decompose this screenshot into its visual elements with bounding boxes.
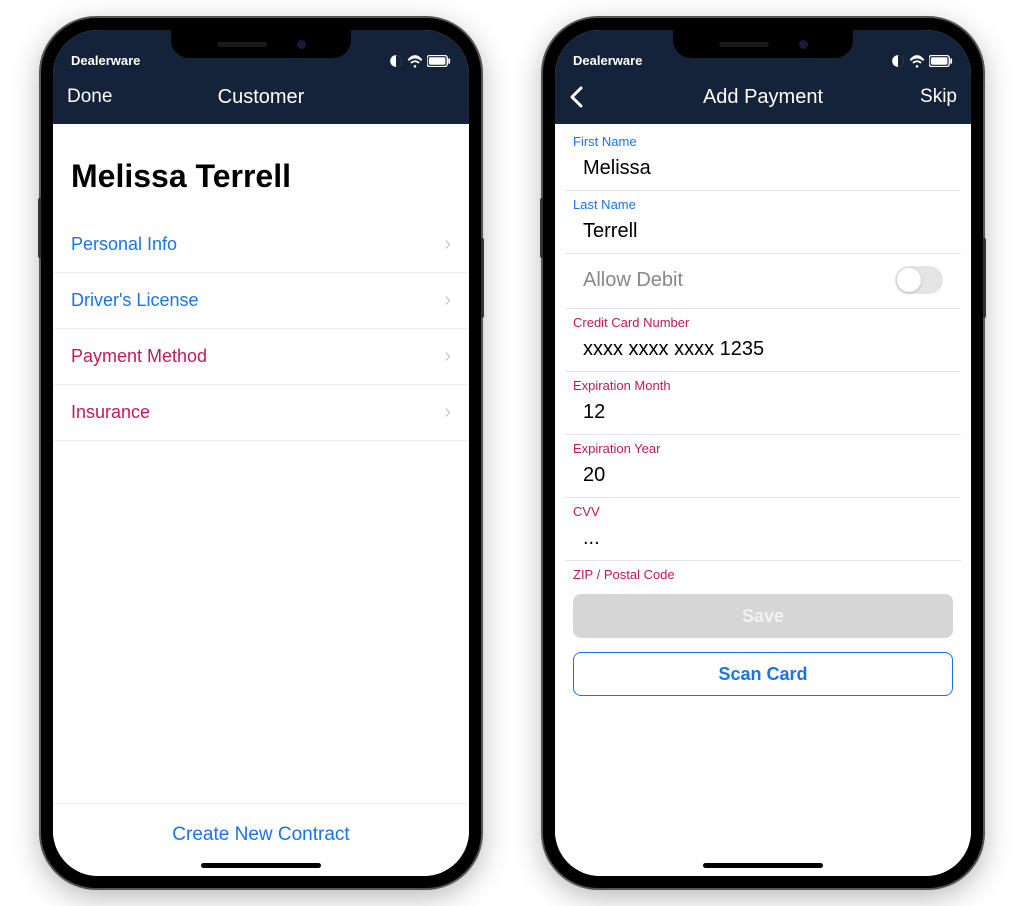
first-name-field[interactable]: Melissa <box>565 151 961 191</box>
cvv-field[interactable]: ... <box>565 521 961 561</box>
nav-bar-customer: Done Customer <box>53 70 469 124</box>
zip-label: ZIP / Postal Code <box>555 561 971 584</box>
allow-debit-toggle[interactable] <box>895 266 943 294</box>
allow-debit-label: Allow Debit <box>583 269 683 292</box>
status-icons <box>389 54 451 68</box>
wifi-icon <box>407 54 423 68</box>
page-title: Add Payment <box>703 86 823 109</box>
menu-label: Payment Method <box>71 346 207 367</box>
chevron-right-icon: › <box>444 345 451 368</box>
customer-name: Melissa Terrell <box>53 124 469 217</box>
exp-year-label: Expiration Year <box>555 435 971 458</box>
exp-month-label: Expiration Month <box>555 372 971 395</box>
chevron-right-icon: › <box>444 289 451 312</box>
skip-button[interactable]: Skip <box>897 86 957 108</box>
dnd-icon <box>389 54 403 68</box>
chevron-left-icon <box>569 86 583 108</box>
nav-bar-payment: Add Payment Skip <box>555 70 971 124</box>
battery-icon <box>929 55 953 67</box>
chevron-right-icon: › <box>444 401 451 424</box>
notch <box>673 30 853 58</box>
battery-icon <box>427 55 451 67</box>
home-indicator[interactable] <box>201 863 321 868</box>
card-number-label: Credit Card Number <box>555 309 971 332</box>
exp-month-field[interactable]: 12 <box>565 395 961 435</box>
home-indicator[interactable] <box>703 863 823 868</box>
brand-label: Dealerware <box>573 53 642 68</box>
menu-personal-info[interactable]: Personal Info › <box>53 217 469 273</box>
dnd-icon <box>891 54 905 68</box>
done-button[interactable]: Done <box>67 86 127 108</box>
menu-insurance[interactable]: Insurance › <box>53 385 469 441</box>
menu-drivers-license[interactable]: Driver's License › <box>53 273 469 329</box>
back-button[interactable] <box>569 86 629 108</box>
menu-label: Personal Info <box>71 234 177 255</box>
chevron-right-icon: › <box>444 233 451 256</box>
menu-payment-method[interactable]: Payment Method › <box>53 329 469 385</box>
first-name-label: First Name <box>555 128 971 151</box>
allow-debit-row: Allow Debit <box>565 254 961 309</box>
card-number-field[interactable]: xxxx xxxx xxxx 1235 <box>565 332 961 372</box>
last-name-label: Last Name <box>555 191 971 214</box>
phone-add-payment: Dealerware Add Payment Skip First Name M… <box>543 18 983 888</box>
exp-year-field[interactable]: 20 <box>565 458 961 498</box>
brand-label: Dealerware <box>71 53 140 68</box>
menu-label: Driver's License <box>71 290 198 311</box>
save-button[interactable]: Save <box>573 594 953 638</box>
scan-card-button[interactable]: Scan Card <box>573 652 953 696</box>
menu-label: Insurance <box>71 402 150 423</box>
notch <box>171 30 351 58</box>
status-icons <box>891 54 953 68</box>
wifi-icon <box>909 54 925 68</box>
page-title: Customer <box>218 86 305 109</box>
phone-customer: Dealerware Done Customer Melissa Terrell… <box>41 18 481 888</box>
last-name-field[interactable]: Terrell <box>565 214 961 254</box>
cvv-label: CVV <box>555 498 971 521</box>
